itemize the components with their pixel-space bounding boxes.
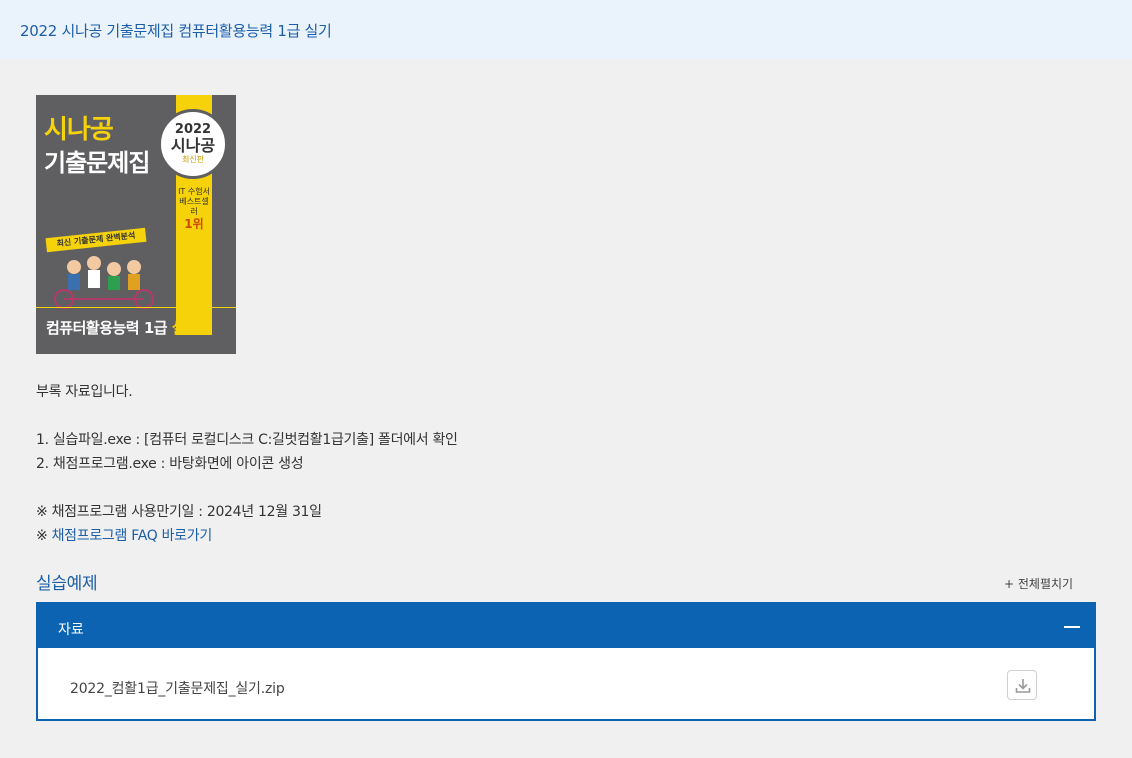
rank-value: 1위 [184, 217, 204, 231]
expiry-text: 채점프로그램 사용만기일 : 2024년 12월 31일 [51, 504, 322, 520]
instruction-line-2: 2. 채점프로그램.exe : 바탕화면에 아이콘 생성 [36, 456, 304, 472]
book-cover-image: 시나공 기출문제집 2022 시나공 최신판 IT 수험서 베스트셀러 1위 최… [36, 95, 236, 354]
note-mark: ※ [36, 504, 52, 520]
cover-divider [36, 307, 236, 308]
accordion-header[interactable]: 자료 [38, 604, 1094, 648]
faq-note: ※ 채점프로그램 FAQ 바로가기 [36, 525, 212, 545]
cover-ribbon: 최신 기출문제 완벽분석 [45, 227, 147, 253]
minus-icon[interactable] [1064, 626, 1080, 628]
file-name: 2022_컴활1급_기출문제집_실기.zip [70, 681, 285, 697]
section-title: 실습예제 [36, 574, 98, 594]
note-mark-2: ※ [36, 528, 52, 544]
cover-brand-line2: 기출문제집 [44, 149, 150, 177]
cover-subject: 컴퓨터활용능력 1급 실기 [46, 317, 199, 338]
page-header: 2022 시나공 기출문제집 컴퓨터활용능력 1급 실기 [0, 0, 1132, 59]
cover-illustration [54, 256, 154, 309]
seal-edition: 최신판 [181, 155, 205, 164]
cover-subject-main: 컴퓨터활용능력 1급 [46, 319, 168, 337]
seal-year: 2022 [174, 122, 212, 137]
expand-all-button[interactable]: + 전체펼치기 [1004, 575, 1073, 592]
faq-link[interactable]: 채점프로그램 FAQ 바로가기 [52, 528, 213, 544]
download-icon [1015, 679, 1031, 693]
cover-edition-seal: 2022 시나공 최신판 [158, 109, 228, 179]
cover-brand-line1: 시나공 [44, 115, 114, 145]
download-button[interactable] [1007, 670, 1037, 700]
accordion-header-label: 자료 [58, 622, 84, 638]
intro-text: 부록 자료입니다. [36, 384, 133, 400]
cover-rank-badge: IT 수험서 베스트셀러 1위 [178, 187, 210, 231]
expiry-note: ※ 채점프로그램 사용만기일 : 2024년 12월 31일 [36, 501, 322, 521]
instruction-line-1: 1. 실습파일.exe : [컴퓨터 로컬디스크 C:길벗컴활1급기출] 폴더에… [36, 432, 458, 448]
cover-subject-accent: 실기 [171, 319, 199, 337]
seal-brand: 시나공 [170, 136, 216, 155]
page-title: 2022 시나공 기출문제집 컴퓨터활용능력 1급 실기 [20, 22, 332, 40]
materials-accordion: 자료 2022_컴활1급_기출문제집_실기.zip [36, 602, 1096, 721]
rank-text: IT 수험서 베스트셀러 [178, 187, 210, 216]
